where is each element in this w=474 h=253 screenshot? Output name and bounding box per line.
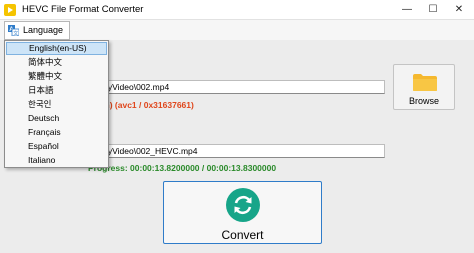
language-option[interactable]: 日本語 bbox=[6, 84, 107, 97]
language-option[interactable]: 繁體中文 bbox=[6, 70, 107, 83]
browse-button[interactable]: Browse bbox=[393, 64, 455, 110]
language-option[interactable]: Français bbox=[6, 126, 107, 139]
close-button[interactable]: ✕ bbox=[446, 0, 472, 20]
language-option[interactable]: Italiano bbox=[6, 154, 107, 167]
app-icon bbox=[4, 4, 16, 16]
language-option[interactable]: Deutsch bbox=[6, 112, 107, 125]
window-title: HEVC File Format Converter bbox=[22, 4, 144, 15]
language-option[interactable]: English(en-US) bbox=[6, 42, 107, 55]
progress-text: Progress: 00:00:13.8200000 / 00:00:13.83… bbox=[88, 163, 277, 173]
source-path-field[interactable]: op\MyVideo\002.mp4 bbox=[88, 80, 385, 94]
language-option[interactable]: 한국인 bbox=[6, 98, 107, 111]
language-menu-label: Language bbox=[23, 25, 64, 35]
menu-bar bbox=[0, 20, 474, 40]
translate-icon: A 文 bbox=[8, 25, 19, 36]
minimize-button[interactable]: — bbox=[394, 0, 420, 20]
language-option[interactable]: 简体中文 bbox=[6, 56, 107, 69]
convert-button[interactable]: Convert bbox=[163, 181, 322, 244]
language-option[interactable]: Español bbox=[6, 140, 107, 153]
folder-icon bbox=[413, 74, 437, 91]
svg-text:文: 文 bbox=[13, 30, 18, 36]
refresh-icon bbox=[226, 188, 260, 222]
title-bar: HEVC File Format Converter — ☐ ✕ bbox=[0, 0, 474, 20]
maximize-button[interactable]: ☐ bbox=[420, 0, 446, 20]
language-menu[interactable]: A 文 Language bbox=[4, 21, 70, 40]
convert-button-label: Convert bbox=[221, 228, 264, 242]
browse-button-label: Browse bbox=[408, 96, 439, 106]
language-dropdown: English(en-US) 简体中文 繁體中文 日本語 한국인 Deutsch Franç… bbox=[4, 40, 109, 168]
destination-path-field[interactable]: op\MyVideo\002_HEVC.mp4 bbox=[88, 144, 385, 158]
